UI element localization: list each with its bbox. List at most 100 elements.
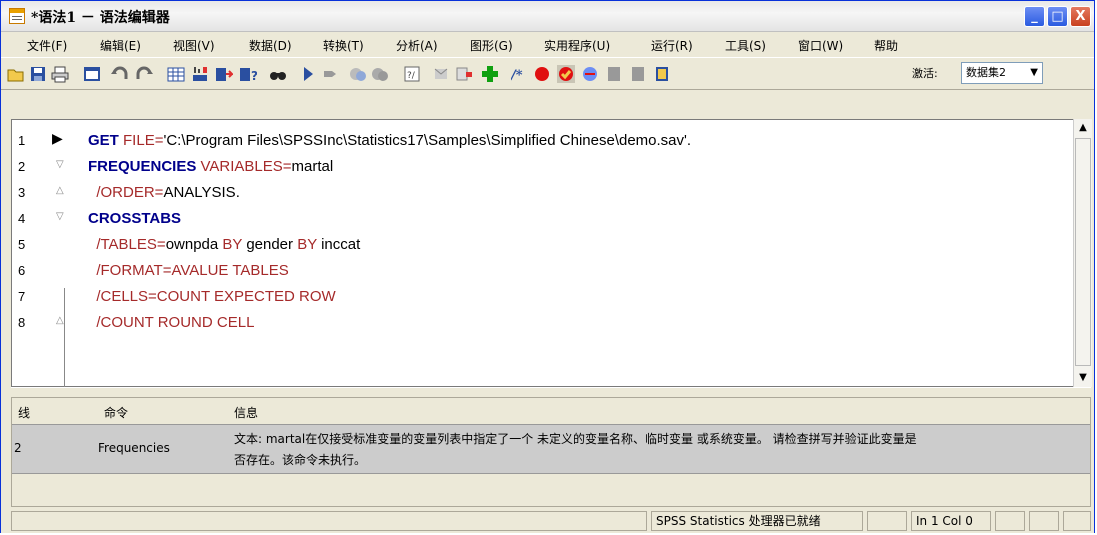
svg-text:?/: ?/ [407,71,416,81]
line-number: 4 [18,211,26,226]
syntax-editor[interactable]: 1 ▶ GET FILE='C:\Program Files\SPSSInc\Sta… [11,119,1076,426]
gray-icon[interactable] [605,65,623,83]
code-token: BY [297,236,322,253]
scroll-down-icon[interactable]: ▼ [1074,369,1092,387]
header-command: 命令 [104,406,129,420]
find-icon[interactable] [269,65,287,83]
gray2-icon[interactable] [629,65,647,83]
menu-utilities[interactable]: 实用程序(U) [544,37,610,54]
save-icon[interactable] [29,65,47,83]
run-icon[interactable] [299,65,317,83]
maximize-button[interactable]: □ [1047,6,1068,27]
code-token: BY [222,236,247,253]
info-icon[interactable]: ? [239,65,257,83]
menu-analyze[interactable]: 分析(A) [396,37,438,54]
menu-file[interactable]: 文件(F) [27,37,67,54]
menu-help[interactable]: 帮助 [874,37,898,54]
line-number: 5 [18,237,26,252]
code-line[interactable]: 4 ▽ CROSSTABS [12,206,1052,232]
clear-breakpoints-icon[interactable] [557,65,575,83]
code-line[interactable]: 6 /FORMAT=AVALUE TABLES [12,258,1052,284]
header-line: 线 [18,406,31,420]
menu-graphs[interactable]: 图形(G) [470,37,513,54]
undo-icon[interactable] [111,65,129,83]
goto-case-icon[interactable] [167,65,185,83]
status-processor: SPSS Statistics 处理器已就绪 [651,511,863,531]
syntax-app-icon[interactable] [9,8,25,24]
chevron-down-icon[interactable]: ▼ [1030,63,1038,83]
code-token: ANALYSIS. [163,184,240,201]
fold-marker-icon[interactable]: △ [56,315,64,326]
code-token: /COUNT ROUND CELL [88,314,255,331]
open-icon[interactable] [7,65,25,83]
title-bar[interactable]: *语法1 － 语法编辑器 _ □ X [1,1,1094,32]
code-token: martal [291,158,334,175]
error-message-line2: 否存在。该命令未执行。 [234,453,367,467]
comment-icon[interactable] [433,65,451,83]
status-cell-2 [1029,511,1059,531]
syntax-help-icon[interactable]: ?/ [403,65,421,83]
yellow-icon[interactable] [653,65,671,83]
goto-variable-icon[interactable] [191,65,209,83]
code-line[interactable]: 8 △ /COUNT ROUND CELL [12,310,1052,336]
code-token: inccat [321,236,361,253]
breakpoint-icon[interactable] [533,65,551,83]
code-token: gender [246,236,298,253]
uncomment-icon[interactable] [455,65,473,83]
status-empty [11,511,647,531]
dialog-recall-icon[interactable] [83,65,101,83]
scroll-up-icon[interactable]: ▲ [1074,119,1092,137]
menu-tools[interactable]: 工具(S) [725,37,766,54]
code-text: /CELLS=COUNT EXPECTED ROW [88,288,336,305]
code-line[interactable]: 2 ▽ FREQUENCIES VARIABLES=martal [12,154,1052,180]
variables-icon[interactable] [215,65,233,83]
code-line[interactable]: 5 /TABLES=ownpda BY gender BY inccat [12,232,1052,258]
error-command: Frequencies [98,441,170,455]
code-token: 'C:\Program Files\SPSSInc\Statistics17\S… [163,132,692,149]
error-message-line1: 文本: martal在仅接受标准变量的变量列表中指定了一个 未定义的变量名称、临… [234,432,917,446]
error-line-number: 2 [14,441,22,455]
code-token: /FORMAT=AVALUE TABLES [88,262,289,279]
fold-marker-icon[interactable]: ▽ [56,159,64,170]
dataset-dropdown[interactable]: 数据集2 ▼ [961,62,1043,84]
svg-text:/*: /* [511,68,523,83]
current-line-arrow-icon: ▶ [52,131,63,147]
code-token: FILE= [123,132,164,149]
menu-transform[interactable]: 转换(T) [323,37,364,54]
menu-view[interactable]: 视图(V) [173,37,215,54]
error-header: 线 命令 信息 [12,398,1090,424]
status-cell-1 [995,511,1025,531]
code-token: /CELLS=COUNT EXPECTED ROW [88,288,336,305]
blue-icon[interactable] [581,65,599,83]
menu-data[interactable]: 数据(D) [249,37,292,54]
minimize-button[interactable]: _ [1024,6,1045,27]
line-number: 6 [18,263,26,278]
svg-text:?: ? [251,69,257,83]
fold-marker-icon[interactable]: △ [56,185,64,196]
code-text: /FORMAT=AVALUE TABLES [88,262,289,279]
step-icon[interactable]: /* [511,65,529,83]
toggle-bookmark-icon[interactable] [349,65,367,83]
activate-label: 激活: [912,67,938,80]
menu-bar: 文件(F) 编辑(E) 视图(V) 数据(D) 转换(T) 分析(A) 图形(G… [1,32,1094,56]
print-icon[interactable] [51,65,69,83]
code-token: VARIABLES= [200,158,292,175]
scroll-thumb[interactable] [1075,138,1091,366]
menu-window[interactable]: 窗口(W) [798,37,843,54]
code-token: /ORDER= [88,184,164,201]
bookmark-icon[interactable] [371,65,389,83]
add-icon[interactable] [481,65,499,83]
code-line[interactable]: 7 /CELLS=COUNT EXPECTED ROW [12,284,1052,310]
code-line[interactable]: 1 ▶ GET FILE='C:\Program Files\SPSSInc\Sta… [12,128,1052,154]
redo-icon[interactable] [135,65,153,83]
window-title: *语法1 － 语法编辑器 [31,10,170,26]
table-row[interactable]: 2 Frequencies 文本: martal在仅接受标准变量的变量列表中指定… [12,424,1090,474]
code-line[interactable]: 3 △ /ORDER=ANALYSIS. [12,180,1052,206]
fold-marker-icon[interactable]: ▽ [56,211,64,222]
menu-run[interactable]: 运行(R) [651,37,693,54]
vertical-scrollbar[interactable]: ▲ ▼ [1073,119,1092,387]
stop-icon[interactable] [321,65,339,83]
menu-edit[interactable]: 编辑(E) [100,37,141,54]
code-token: /TABLES= [88,236,166,253]
close-button[interactable]: X [1070,6,1091,27]
